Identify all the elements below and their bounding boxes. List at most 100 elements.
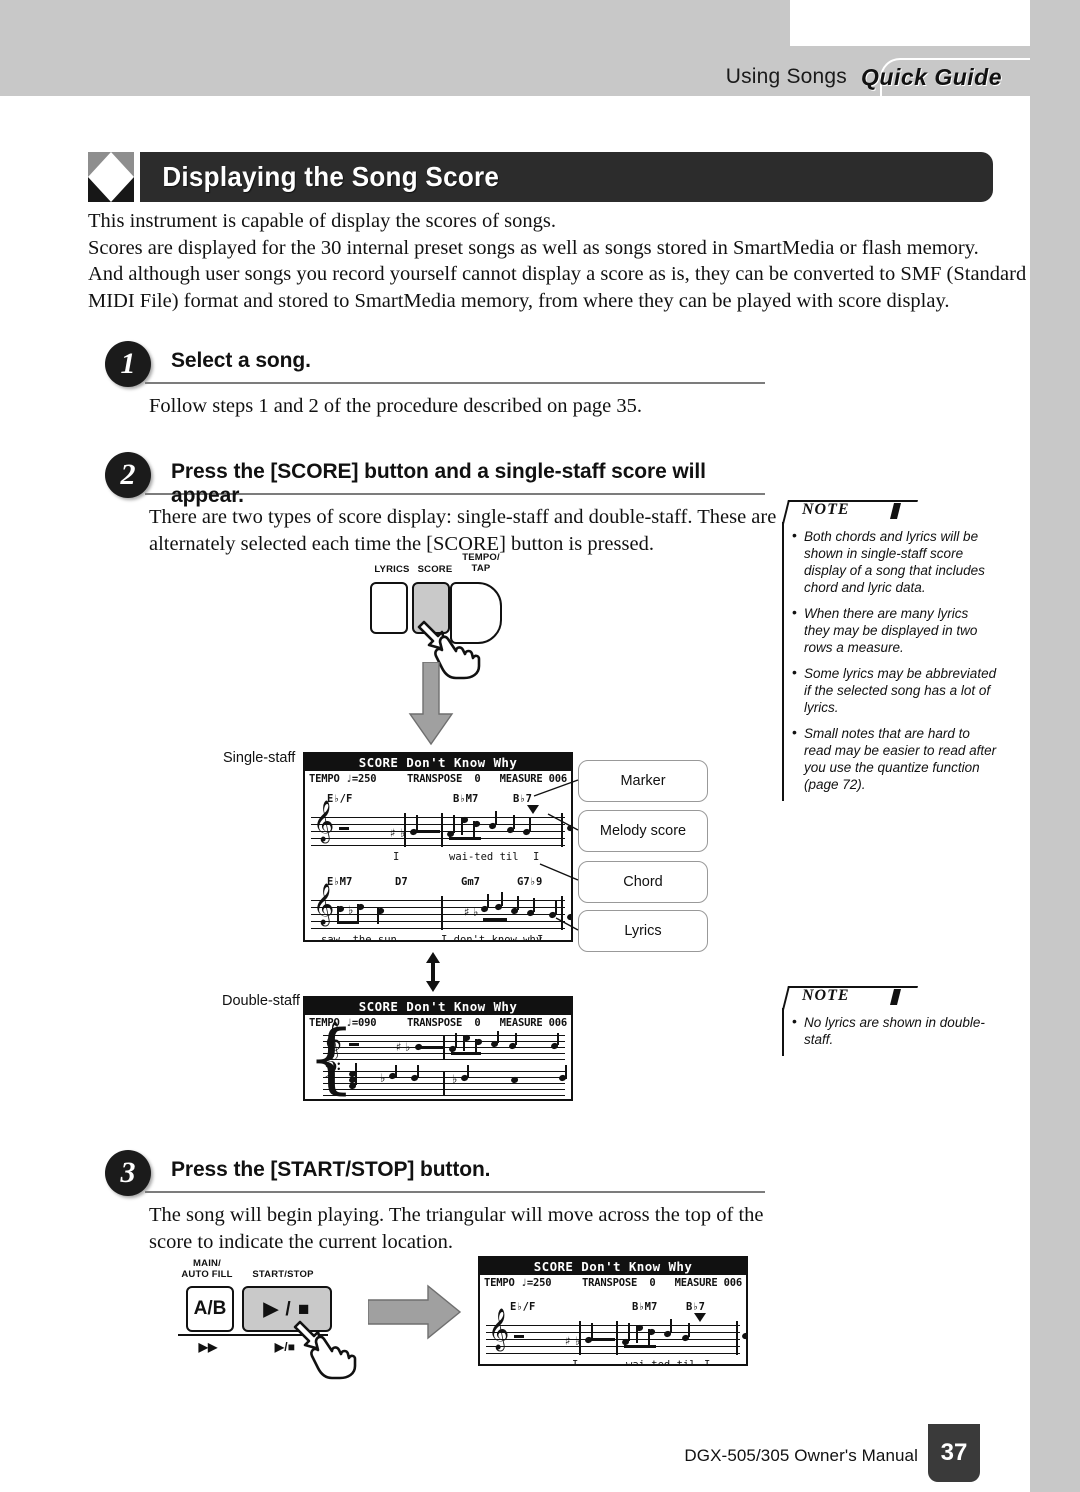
note-box-1: NOTE Both chords and lyrics will be show… [782, 500, 997, 801]
lyric-row-1: I wai-ted til I [305, 851, 571, 866]
chord: B♭M7 [632, 1301, 658, 1313]
rewind-sublabel: ▶▶ [198, 1340, 218, 1354]
chord-row: E♭/F B♭M7 B♭7 [480, 1301, 746, 1317]
callout-lyrics: Lyrics [578, 910, 708, 952]
bass-staff: 𝄢 ♭ ♭ [323, 1056, 567, 1099]
chord: G7♭9 [517, 876, 543, 888]
note-item: When there are many lyrics they may be d… [790, 604, 997, 656]
intro-paragraph: This instrument is capable of display th… [88, 208, 1027, 314]
callout-label: Chord [623, 874, 663, 890]
down-arrow-icon [408, 661, 454, 748]
lcd-single-staff: SCORE Don't Know Why TEMPO ♩=250 TRANSPO… [303, 752, 573, 942]
staff: 𝄞 ♯ ♭ [486, 1312, 746, 1359]
score-button-label: SCORE [417, 564, 453, 575]
tempo-tap-button-label-line1: TEMPO/ [462, 552, 500, 563]
step-2-body: There are two types of score display: si… [149, 506, 777, 555]
note-header: NOTE [782, 500, 997, 524]
footer-manual-name: DGX-505/305 Owner's Manual [684, 1446, 918, 1465]
lyrics-button-label: LYRICS [374, 564, 410, 575]
callout-label: Melody score [599, 823, 687, 839]
position-marker-icon [527, 805, 539, 814]
lcd-tempo: TEMPO ♩=250 [484, 1277, 552, 1289]
right-arrow-icon [367, 1282, 462, 1342]
chord-row-2: E♭M7 D7 Gm7 G7♭9 [305, 876, 571, 892]
note-item: Both chords and lyrics will be shown in … [790, 527, 997, 596]
staff-1: 𝄞 ♯ ♭ [311, 804, 571, 851]
lyric-row-2: saw the sun I don't know why I [305, 934, 571, 942]
score-button-panel: LYRICS SCORE TEMPO/ TAP [368, 552, 518, 680]
lcd-transpose: TRANSPOSE 0 [407, 1017, 481, 1029]
ab-button[interactable]: A/B [186, 1286, 234, 1332]
page-right-margin [1030, 0, 1080, 1492]
callout-chord: Chord [578, 861, 708, 903]
chord: Gm7 [461, 876, 480, 888]
step-3-title: Press the [START/STOP] button. [171, 1158, 491, 1181]
lyric: I don't know why [441, 934, 543, 942]
grand-staff: { 𝄞 ♯ ♭ 𝄢 ♭ ♭ [305, 1020, 571, 1099]
main-autofill-label-line2: AUTO FILL [181, 1269, 233, 1280]
lcd-transpose: TRANSPOSE 0 [582, 1277, 656, 1289]
lyric: I [704, 1359, 711, 1366]
lyrics-button[interactable] [370, 582, 408, 634]
lyric-row: I wai-ted til I [480, 1359, 746, 1366]
step-3-rule [145, 1191, 765, 1193]
lyric: wai-ted til [626, 1359, 696, 1366]
callout-label: Lyrics [624, 923, 662, 939]
treble-staff: 𝄞 ♯ ♭ [323, 1021, 565, 1063]
lyric: I [537, 934, 544, 942]
lcd-measure: MEASURE 006 [499, 773, 568, 785]
double-staff-label: Double-staff [222, 993, 300, 1009]
lyric: wai-ted til [449, 851, 519, 863]
lcd-meta-row: TEMPO ♩=250 TRANSPOSE 0 MEASURE 006 [305, 771, 571, 787]
tempo-tap-button-label-line2: TAP [471, 563, 491, 574]
callout-marker: Marker [578, 760, 708, 802]
lcd-meta-row: TEMPO ♩=250 TRANSPOSE 0 MEASURE 006 [480, 1275, 746, 1291]
position-marker-icon [694, 1313, 706, 1322]
chord: E♭/F [510, 1301, 536, 1313]
lcd-system-2: E♭M7 D7 Gm7 G7♭9 𝄞 ♭ ♯ ♭ saw the sun I d… [305, 876, 571, 942]
start-stop-label: START/STOP [252, 1269, 314, 1280]
lcd-double-staff: SCORE Don't Know Why TEMPO ♩=090 TRANSPO… [303, 996, 573, 1101]
header-white-notch [790, 0, 1034, 46]
bass-clef-icon: 𝄢 [323, 1056, 342, 1089]
lcd-tempo: TEMPO ♩=250 [309, 773, 377, 785]
note-label: NOTE [802, 987, 850, 1004]
step-1-rule [145, 382, 765, 384]
lyric: I [572, 1359, 579, 1366]
callout-melody-score: Melody score [578, 810, 708, 852]
treble-clef-icon: 𝄞 [488, 1309, 510, 1350]
note-box-2: NOTE No lyrics are shown in double-staff… [782, 986, 997, 1056]
step-2-title: Press the [SCORE] button and a single-st… [171, 460, 706, 507]
main-autofill-label-line1: MAIN/ [193, 1258, 221, 1269]
chord: B♭7 [686, 1301, 705, 1313]
chord: B♭7 [513, 793, 532, 805]
ab-button-label: A/B [193, 1298, 227, 1319]
intro-line-2: Scores are displayed for the 30 internal… [88, 236, 979, 259]
note-item: Small notes that are hard to read may be… [790, 724, 997, 793]
note-body: No lyrics are shown in double-staff. [782, 1008, 997, 1056]
note-item: No lyrics are shown in double-staff. [790, 1013, 997, 1048]
header-quick-guide-tab: Quick Guide [861, 63, 1002, 90]
title-bar: Displaying the Song Score [140, 152, 993, 202]
lcd-title: SCORE Don't Know Why [480, 1258, 746, 1275]
lcd-title: SCORE Don't Know Why [305, 754, 571, 771]
chord: D7 [395, 876, 408, 888]
step-1-number: 1 [105, 341, 151, 387]
intro-line-3: And although user songs you record yours… [88, 263, 1027, 285]
intro-line-4: MIDI File) format and stored to SmartMed… [88, 289, 950, 312]
chord: B♭M7 [453, 793, 479, 805]
page-number-badge: 37 [928, 1424, 980, 1482]
lcd-measure: MEASURE 006 [499, 1017, 568, 1029]
treble-clef-icon: 𝄞 [313, 884, 335, 925]
bowtie-marker-icon [88, 152, 134, 202]
lcd-transpose: TRANSPOSE 0 [407, 773, 481, 785]
note-item: Some lyrics may be abbreviated if the se… [790, 664, 997, 716]
header-section-label: Using Songs [725, 65, 848, 88]
intro-line-1: This instrument is capable of display th… [88, 210, 556, 232]
play-button-panel: MAIN/ AUTO FILL START/STOP A/B ▶ / ■ ▶▶ … [178, 1258, 357, 1380]
step-1-title: Select a song. [171, 349, 311, 372]
lcd-system-1: E♭/F B♭M7 B♭7 𝄞 ♯ ♭ I wai-ted til I [305, 793, 571, 866]
up-down-arrow-icon [424, 952, 442, 992]
note-label: NOTE [802, 501, 850, 518]
callout-label: Marker [620, 773, 666, 789]
